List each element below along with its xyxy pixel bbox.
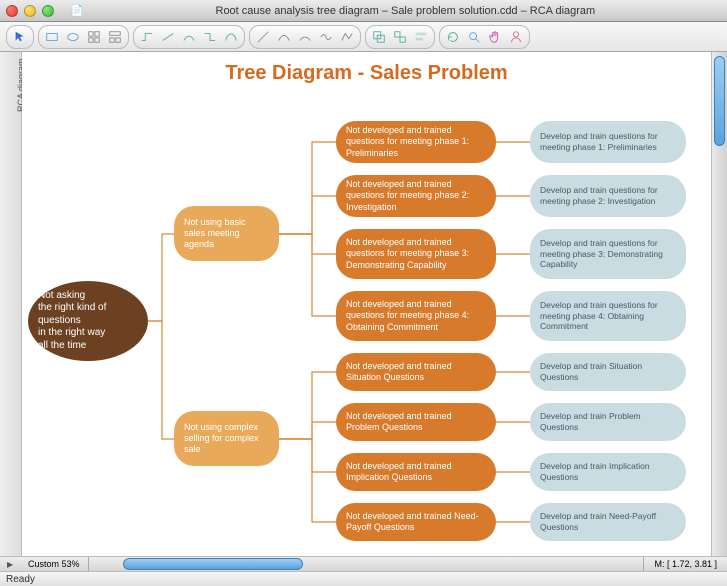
polyline-tool-icon[interactable] [338, 28, 356, 46]
level3-node[interactable]: Not developed and trained Situation Ques… [336, 353, 496, 391]
layout-tool-icon[interactable] [106, 28, 124, 46]
align-icon[interactable] [412, 28, 430, 46]
left-panel-tab[interactable]: RCA diagram [0, 52, 22, 556]
level4-node[interactable]: Develop and train questions for meeting … [530, 291, 686, 341]
connector-2-icon[interactable] [159, 28, 177, 46]
level3-node[interactable]: Not developed and trained questions for … [336, 229, 496, 279]
level2-node[interactable]: Not using complex selling for complex sa… [174, 411, 279, 466]
status-bar: Ready [0, 571, 727, 586]
refresh-icon[interactable] [444, 28, 462, 46]
ungroup-icon[interactable] [391, 28, 409, 46]
cursor-coordinates: M: [ 1.72, 3.81 ] [643, 557, 727, 571]
zoom-selector[interactable]: Custom 53% [20, 557, 89, 571]
horizontal-scrollbar[interactable] [93, 558, 640, 570]
hand-tool-icon[interactable] [486, 28, 504, 46]
level2-node[interactable]: Not using basic sales meeting agenda [174, 206, 279, 261]
curve-tool-icon[interactable] [275, 28, 293, 46]
tree-diagram: Not asking the right kind of questions i… [22, 91, 711, 571]
level4-node[interactable]: Develop and train questions for meeting … [530, 229, 686, 279]
ellipse-tool-icon[interactable] [64, 28, 82, 46]
line-tool-icon[interactable] [254, 28, 272, 46]
arc-tool-icon[interactable] [296, 28, 314, 46]
window-title: Root cause analysis tree diagram – Sale … [90, 5, 721, 17]
spline-tool-icon[interactable] [317, 28, 335, 46]
level4-node[interactable]: Develop and train Implication Questions [530, 453, 686, 491]
window-titlebar: 📄 Root cause analysis tree diagram – Sal… [0, 0, 727, 22]
status-text: Ready [6, 574, 35, 585]
window-controls [6, 5, 54, 17]
rectangle-tool-icon[interactable] [43, 28, 61, 46]
scroll-thumb[interactable] [123, 558, 303, 570]
canvas[interactable]: Tree Diagram - Sales Problem Not asking … [22, 52, 711, 556]
bottom-bar: ▸ Custom 53% M: [ 1.72, 3.81 ] [0, 556, 727, 571]
connector-5-icon[interactable] [222, 28, 240, 46]
level4-node[interactable]: Develop and train Situation Questions [530, 353, 686, 391]
pointer-tool-icon[interactable] [11, 28, 29, 46]
level3-node[interactable]: Not developed and trained Problem Questi… [336, 403, 496, 441]
level4-node[interactable]: Develop and train questions for meeting … [530, 175, 686, 217]
connector-1-icon[interactable] [138, 28, 156, 46]
document-icon: 📄 [70, 4, 84, 17]
vertical-scrollbar[interactable] [711, 52, 727, 556]
grid-tool-icon[interactable] [85, 28, 103, 46]
level4-node[interactable]: Develop and train Problem Questions [530, 403, 686, 441]
scroll-thumb[interactable] [714, 56, 725, 146]
minimize-button[interactable] [24, 5, 36, 17]
toolbar [0, 22, 727, 52]
root-node[interactable]: Not asking the right kind of questions i… [28, 281, 148, 361]
close-button[interactable] [6, 5, 18, 17]
zoom-button[interactable] [42, 5, 54, 17]
user-icon[interactable] [507, 28, 525, 46]
level3-node[interactable]: Not developed and trained Need-Payoff Qu… [336, 503, 496, 541]
connector-4-icon[interactable] [201, 28, 219, 46]
level3-node[interactable]: Not developed and trained Implication Qu… [336, 453, 496, 491]
level4-node[interactable]: Develop and train questions for meeting … [530, 121, 686, 163]
page-title: Tree Diagram - Sales Problem [22, 52, 711, 91]
group-icon[interactable] [370, 28, 388, 46]
level3-node[interactable]: Not developed and trained questions for … [336, 121, 496, 163]
level3-node[interactable]: Not developed and trained questions for … [336, 291, 496, 341]
level3-node[interactable]: Not developed and trained questions for … [336, 175, 496, 217]
connector-3-icon[interactable] [180, 28, 198, 46]
level4-node[interactable]: Develop and train Need-Payoff Questions [530, 503, 686, 541]
search-icon[interactable] [465, 28, 483, 46]
